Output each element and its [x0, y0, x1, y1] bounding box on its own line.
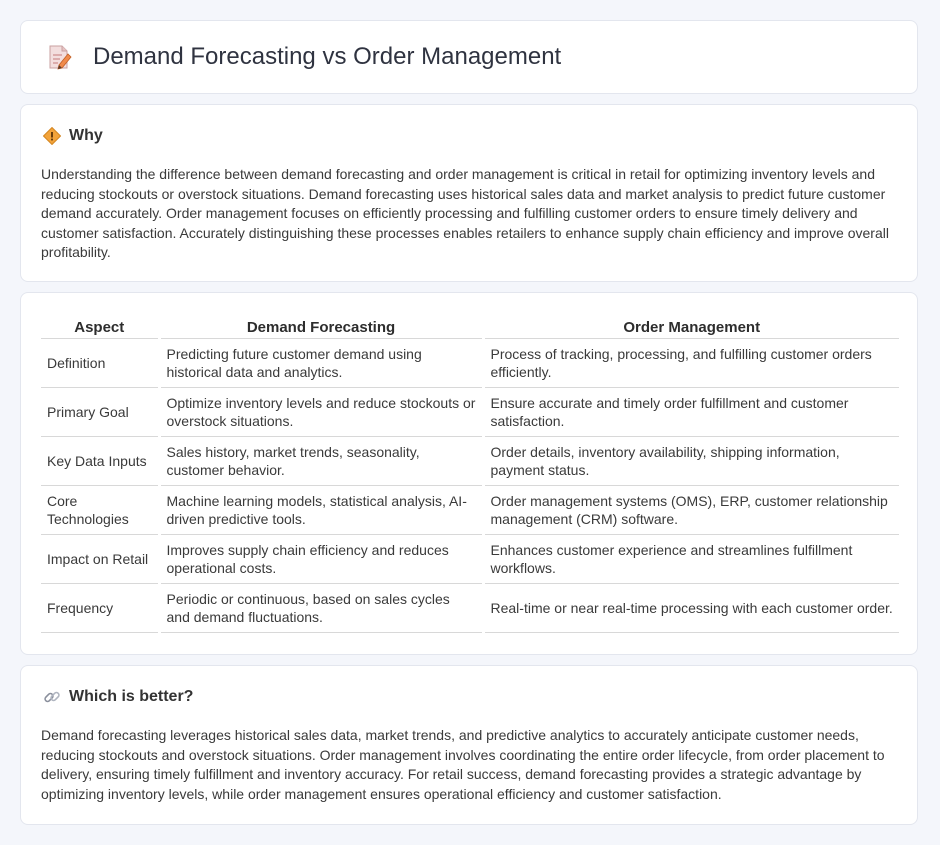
- table-row: Definition Predicting future customer de…: [41, 338, 899, 388]
- row-order-management: Order management systems (OMS), ERP, cus…: [481, 485, 899, 535]
- header-order-management: Order Management: [481, 316, 899, 339]
- link-icon: [43, 688, 61, 706]
- why-heading: Why: [69, 127, 103, 144]
- warning-diamond-icon: [43, 127, 61, 145]
- why-section: Why Understanding the difference between…: [20, 104, 918, 282]
- row-aspect: Impact on Retail: [41, 534, 159, 584]
- row-order-management: Enhances customer experience and streaml…: [481, 534, 899, 584]
- title-card: Demand Forecasting vs Order Management: [20, 20, 918, 94]
- row-order-management: Ensure accurate and timely order fulfill…: [481, 387, 899, 437]
- better-heading: Which is better?: [69, 688, 194, 705]
- row-order-management: Order details, inventory availability, s…: [481, 436, 899, 486]
- document-pencil-icon: [47, 43, 73, 71]
- row-demand-forecasting: Improves supply chain efficiency and red…: [157, 534, 483, 584]
- row-demand-forecasting: Periodic or continuous, based on sales c…: [157, 583, 483, 633]
- table-row: Primary Goal Optimize inventory levels a…: [41, 387, 899, 437]
- row-aspect: Core Technologies: [41, 485, 159, 535]
- row-order-management: Process of tracking, processing, and ful…: [481, 338, 899, 388]
- row-aspect: Definition: [41, 338, 159, 388]
- comparison-table: Aspect Demand Forecasting Order Manageme…: [41, 316, 899, 633]
- why-body: Understanding the difference between dem…: [41, 166, 889, 260]
- table-row: Key Data Inputs Sales history, market tr…: [41, 436, 899, 486]
- row-demand-forecasting: Optimize inventory levels and reduce sto…: [157, 387, 483, 437]
- row-aspect: Key Data Inputs: [41, 436, 159, 486]
- row-demand-forecasting: Sales history, market trends, seasonalit…: [157, 436, 483, 486]
- row-demand-forecasting: Predicting future customer demand using …: [157, 338, 483, 388]
- table-row: Frequency Periodic or continuous, based …: [41, 583, 899, 633]
- table-row: Core Technologies Machine learning model…: [41, 485, 899, 535]
- header-demand-forecasting: Demand Forecasting: [157, 316, 483, 339]
- which-is-better-section: Which is better? Demand forecasting leve…: [20, 665, 918, 825]
- table-header-row: Aspect Demand Forecasting Order Manageme…: [41, 316, 899, 339]
- row-demand-forecasting: Machine learning models, statistical ana…: [157, 485, 483, 535]
- comparison-card: Aspect Demand Forecasting Order Manageme…: [20, 292, 918, 655]
- row-order-management: Real-time or near real-time processing w…: [481, 583, 899, 633]
- row-aspect: Primary Goal: [41, 387, 159, 437]
- table-row: Impact on Retail Improves supply chain e…: [41, 534, 899, 584]
- better-body: Demand forecasting leverages historical …: [41, 727, 885, 802]
- row-aspect: Frequency: [41, 583, 159, 633]
- header-aspect: Aspect: [41, 316, 159, 339]
- page-title: Demand Forecasting vs Order Management: [93, 43, 562, 70]
